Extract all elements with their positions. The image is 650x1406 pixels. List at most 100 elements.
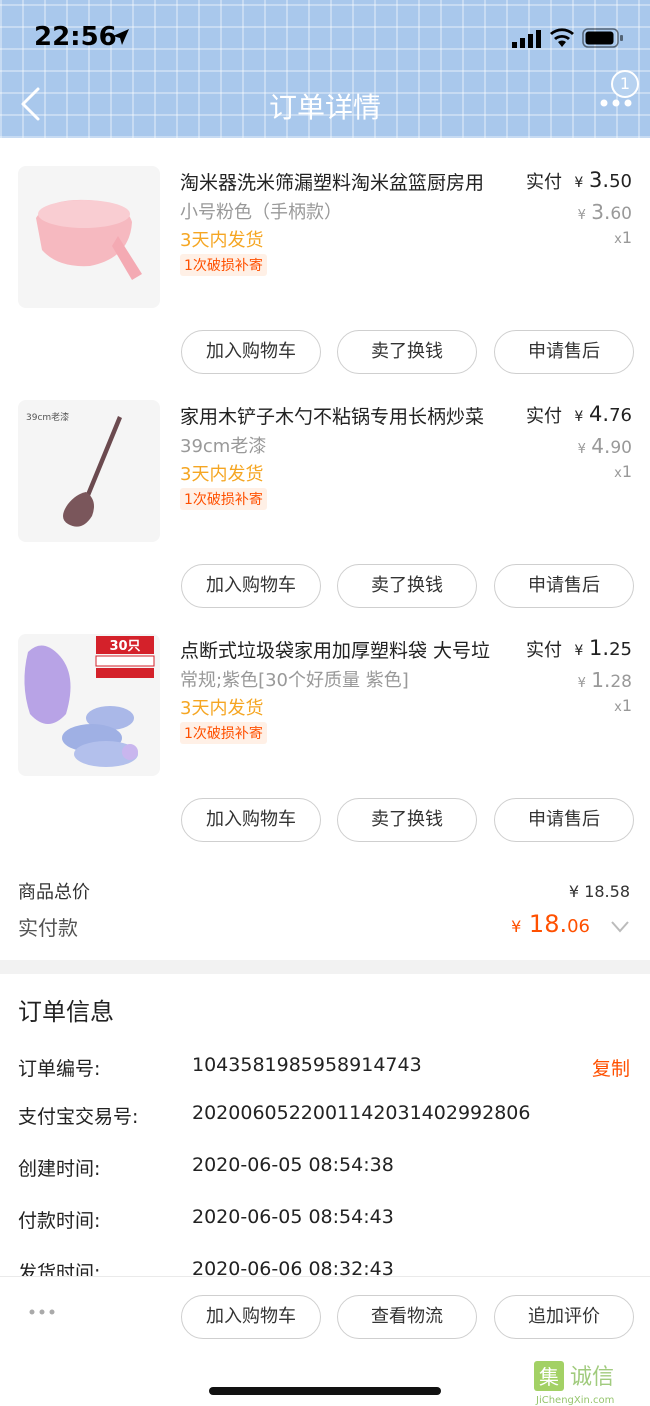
info-value: 1043581985958914743 bbox=[192, 1054, 422, 1076]
resell-button[interactable]: 卖了换钱 bbox=[337, 330, 477, 374]
paid-time-row: 付款时间: 2020-06-05 08:54:43 bbox=[0, 1206, 650, 1236]
price-integer: 1. bbox=[589, 636, 610, 660]
info-label: 创建时间: bbox=[18, 1158, 101, 1180]
location-arrow-icon bbox=[113, 29, 129, 45]
alipay-trade-row: 支付宝交易号: 2020060522001142031402992806 bbox=[0, 1102, 650, 1132]
currency-symbol: ¥ bbox=[577, 442, 586, 457]
status-time: 22:56 bbox=[34, 22, 117, 52]
paid-price: ¥ 4.76 bbox=[574, 402, 632, 426]
product-item[interactable]: 39cm老漆 家用木铲子木勺不粘锅专用长柄炒菜 39cm老漆 3天内发货 1次破… bbox=[0, 400, 650, 634]
paid-label: 实付 bbox=[526, 640, 562, 661]
paid-label: 实付 bbox=[526, 406, 562, 427]
paid-price: ¥ 1.25 bbox=[574, 636, 632, 660]
after-sales-button[interactable]: 申请售后 bbox=[494, 330, 634, 374]
currency-symbol: ¥ bbox=[574, 409, 584, 425]
battery-icon bbox=[582, 28, 623, 48]
original-price: ¥ 3.60 bbox=[578, 200, 632, 224]
watermark-logo: 集 诚信 JiChengXin.com bbox=[534, 1361, 614, 1406]
product-title[interactable]: 点断式垃圾袋家用加厚塑料袋 大号垃 bbox=[180, 636, 520, 663]
price-integer: 4. bbox=[591, 434, 611, 458]
product-item[interactable]: 30只 点断式垃圾袋家用加厚塑料袋 大号垃 常规;紫色[30个好质量 紫色] 3… bbox=[0, 634, 650, 868]
quantity: x1 bbox=[614, 462, 632, 481]
goods-total-label: 商品总价 bbox=[18, 882, 90, 903]
info-label: 支付宝交易号: bbox=[18, 1106, 139, 1128]
view-logistics-button[interactable]: 查看物流 bbox=[337, 1295, 477, 1339]
image-caption: 30只 bbox=[109, 639, 140, 654]
quantity-x: x bbox=[614, 700, 622, 715]
svg-text:集: 集 bbox=[539, 1365, 559, 1389]
header: 22:56 订单详情 1 bbox=[0, 0, 650, 138]
price-integer: 18. bbox=[528, 910, 568, 938]
paid-price: ¥ 3.50 bbox=[574, 168, 632, 192]
chevron-down-icon[interactable] bbox=[610, 920, 630, 934]
product-sku: 常规;紫色[30个好质量 紫色] bbox=[180, 670, 409, 691]
service-tag: 1次破损补寄 bbox=[180, 488, 267, 510]
price-decimal: 25 bbox=[609, 639, 632, 660]
goods-total-value: ¥ 18.58 bbox=[568, 882, 630, 901]
add-to-cart-button[interactable]: 加入购物车 bbox=[181, 330, 321, 374]
product-item[interactable]: 淘米器洗米筛漏塑料淘米盆篮厨房用 小号粉色（手柄款） 3天内发货 1次破损补寄 … bbox=[0, 166, 650, 400]
copy-button[interactable]: 复制 bbox=[592, 1054, 630, 1081]
quantity-value: 1 bbox=[621, 462, 632, 481]
product-image[interactable] bbox=[18, 166, 160, 308]
product-image[interactable]: 30只 bbox=[18, 634, 160, 776]
cellular-signal-icon bbox=[512, 30, 541, 48]
bottom-action-bar: 加入购物车 查看物流 追加评价 集 诚信 JiChengXin.com bbox=[0, 1276, 650, 1406]
service-tag: 1次破损补寄 bbox=[180, 722, 267, 744]
shipping-note: 3天内发货 bbox=[180, 230, 264, 251]
original-price: ¥ 4.90 bbox=[578, 434, 632, 458]
resell-button[interactable]: 卖了换钱 bbox=[337, 798, 477, 842]
original-price: ¥ 1.28 bbox=[578, 668, 632, 692]
svg-text:JiChengXin.com: JiChengXin.com bbox=[535, 1395, 614, 1406]
price-decimal: 90 bbox=[610, 438, 632, 458]
svg-text:诚信: 诚信 bbox=[570, 1365, 614, 1390]
paid-total-value[interactable]: ¥ 18.06 bbox=[511, 910, 590, 938]
after-sales-button[interactable]: 申请售后 bbox=[494, 798, 634, 842]
after-sales-button[interactable]: 申请售后 bbox=[494, 564, 634, 608]
quantity-x: x bbox=[614, 466, 622, 481]
quantity: x1 bbox=[614, 696, 632, 715]
info-value: 2020-06-05 08:54:43 bbox=[192, 1206, 394, 1228]
currency-symbol: ¥ bbox=[577, 676, 586, 691]
resell-button[interactable]: 卖了换钱 bbox=[337, 564, 477, 608]
more-actions-icon[interactable] bbox=[28, 1307, 56, 1317]
shipping-note: 3天内发货 bbox=[180, 698, 264, 719]
rice-colander-image bbox=[18, 166, 160, 308]
order-totals: 商品总价 ¥ 18.58 实付款 ¥ 18.06 bbox=[0, 872, 650, 960]
info-value: 2020060522001142031402992806 bbox=[192, 1102, 531, 1124]
add-to-cart-button[interactable]: 加入购物车 bbox=[181, 1295, 321, 1339]
order-info-title: 订单信息 bbox=[18, 998, 114, 1026]
add-to-cart-button[interactable]: 加入购物车 bbox=[181, 564, 321, 608]
price-decimal: 06 bbox=[567, 916, 590, 937]
add-to-cart-button[interactable]: 加入购物车 bbox=[181, 798, 321, 842]
info-value: 2020-06-05 08:54:38 bbox=[192, 1154, 394, 1176]
product-image[interactable]: 39cm老漆 bbox=[18, 400, 160, 542]
currency-symbol: ¥ bbox=[511, 917, 522, 936]
product-title[interactable]: 家用木铲子木勺不粘锅专用长柄炒菜 bbox=[180, 402, 520, 429]
image-caption: 39cm老漆 bbox=[26, 411, 69, 423]
currency-symbol: ¥ bbox=[577, 208, 586, 223]
quantity-value: 1 bbox=[621, 696, 632, 715]
info-label: 付款时间: bbox=[18, 1210, 101, 1232]
currency-symbol: ¥ bbox=[574, 175, 584, 191]
price-decimal: 50 bbox=[609, 171, 632, 192]
shipping-note: 3天内发货 bbox=[180, 464, 264, 485]
product-title[interactable]: 淘米器洗米筛漏塑料淘米盆篮厨房用 bbox=[180, 168, 520, 195]
wifi-icon bbox=[550, 28, 574, 47]
price-decimal: 28 bbox=[610, 672, 632, 692]
paid-total-label: 实付款 bbox=[18, 916, 78, 940]
wooden-spatula-image: 39cm老漆 bbox=[18, 400, 160, 542]
more-options-icon[interactable] bbox=[600, 96, 632, 110]
add-review-button[interactable]: 追加评价 bbox=[494, 1295, 634, 1339]
created-time-row: 创建时间: 2020-06-05 08:54:38 bbox=[0, 1154, 650, 1184]
price-integer: 1. bbox=[591, 668, 611, 692]
product-sku: 小号粉色（手柄款） bbox=[180, 202, 342, 223]
page-title: 订单详情 bbox=[268, 91, 381, 124]
trash-bag-image: 30只 bbox=[18, 634, 160, 776]
home-indicator bbox=[209, 1387, 441, 1395]
price-integer: 4. bbox=[589, 402, 610, 426]
section-divider bbox=[0, 960, 650, 974]
service-tag: 1次破损补寄 bbox=[180, 254, 267, 276]
info-label: 订单编号: bbox=[18, 1058, 101, 1080]
price-decimal: 76 bbox=[609, 405, 632, 426]
